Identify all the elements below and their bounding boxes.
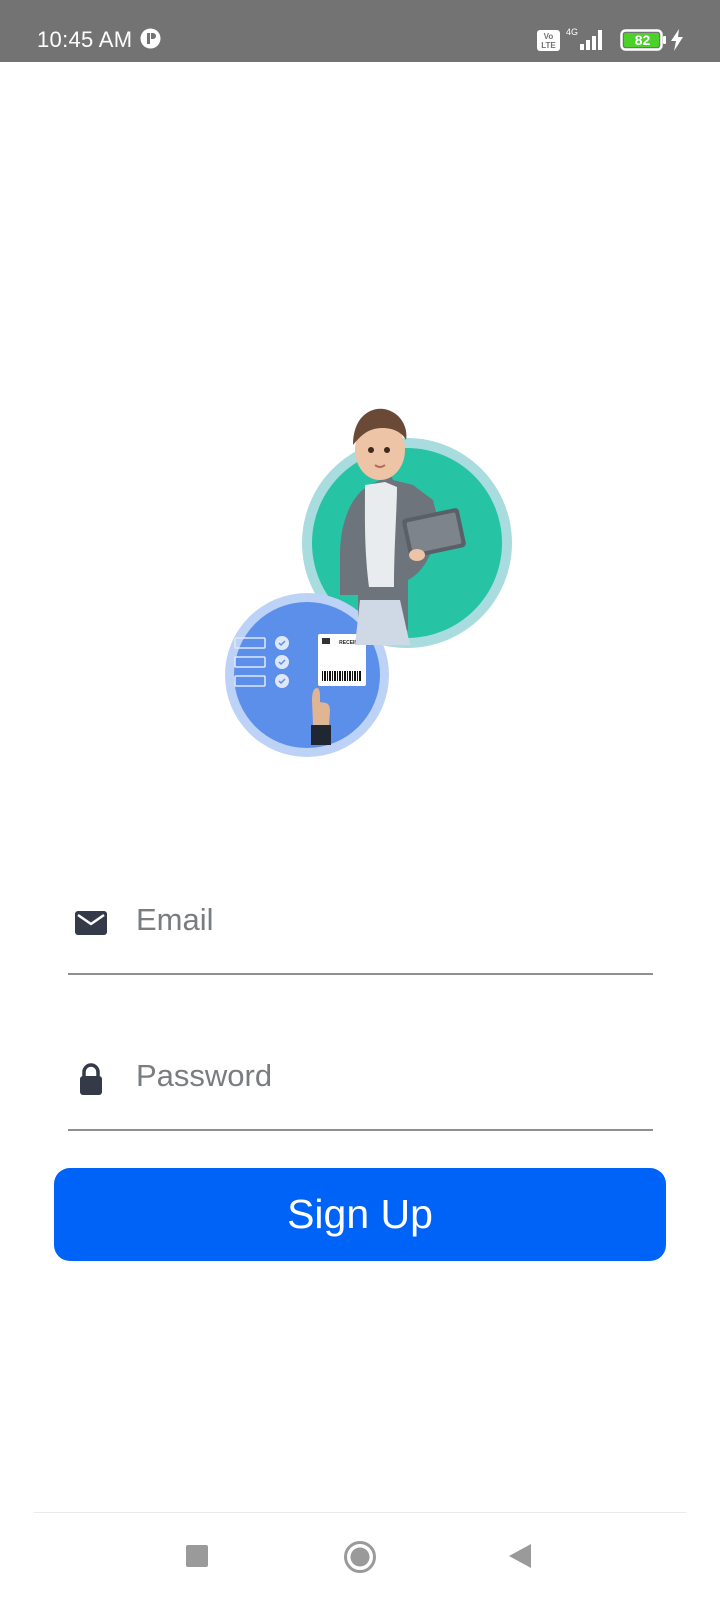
password-input[interactable] (136, 1046, 641, 1106)
svg-text:LTE: LTE (541, 41, 556, 50)
back-button[interactable] (508, 1543, 532, 1569)
status-time: 10:45 AM (37, 27, 133, 52)
svg-text:Vo: Vo (544, 32, 554, 41)
sign-up-button[interactable]: Sign Up (54, 1168, 666, 1261)
network-type-label: 4G (566, 27, 578, 37)
hero-illustration: RECEIPT (225, 408, 512, 757)
mail-icon (75, 911, 107, 935)
home-button[interactable] (343, 1540, 377, 1574)
battery-level: 82 (634, 32, 651, 48)
recents-button[interactable] (186, 1545, 208, 1567)
password-field-group (68, 1030, 653, 1131)
app-notification-icon (140, 28, 161, 49)
email-input[interactable] (136, 890, 641, 950)
signal-icon: 4G (566, 27, 602, 50)
password-underline (68, 1129, 653, 1131)
lock-icon (80, 1063, 102, 1095)
email-underline (68, 973, 653, 975)
email-field-group (68, 874, 653, 975)
charging-icon (671, 29, 683, 51)
nav-divider (34, 1512, 686, 1513)
volte-icon: Vo LTE (537, 30, 560, 51)
status-bar: 10:45 AM Vo LTE 4G 82 (0, 0, 720, 62)
